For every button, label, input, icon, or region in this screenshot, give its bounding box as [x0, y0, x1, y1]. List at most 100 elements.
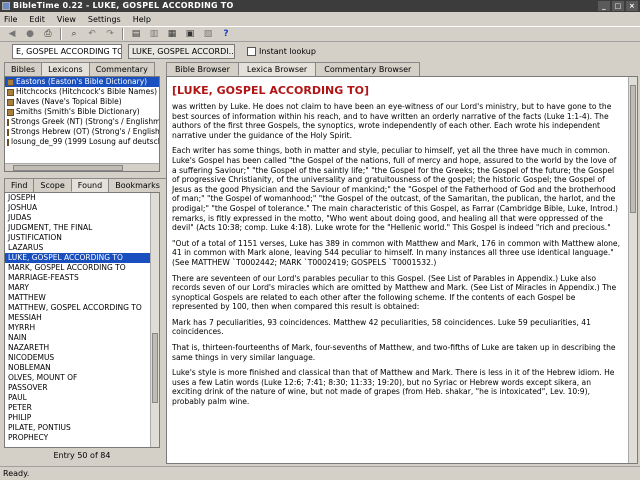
tab-find[interactable]: Find	[4, 178, 35, 192]
module-label: Strongs Hebrew (OT) (Strong's / Englishm	[11, 127, 160, 136]
back-icon[interactable]: ◀	[6, 28, 18, 40]
module-item[interactable]: Strongs Hebrew (OT) (Strong's / Englishm	[5, 127, 159, 137]
instant-lookup-toggle[interactable]: Instant lookup	[247, 46, 316, 56]
toolbar-separator	[60, 28, 62, 40]
instant-lookup-checkbox[interactable]	[247, 46, 256, 56]
scroll-thumb[interactable]	[630, 85, 636, 213]
list-item[interactable]: JUDGMENT, THE FINAL	[5, 223, 159, 233]
tab-lexica-browser[interactable]: Lexica Browser	[237, 62, 317, 76]
entry-title: [LUKE, GOSPEL ACCORDING TO]	[172, 84, 369, 97]
list-item[interactable]: LUKE, GOSPEL ACCORDING TO	[5, 253, 159, 263]
book-icon	[7, 108, 14, 116]
module-item[interactable]: losung_de_99 (1999 Losung auf deutsch	[5, 137, 159, 147]
list-item[interactable]: JOSHUA	[5, 203, 159, 213]
module-item[interactable]: Eastons (Easton's Bible Dictionary)	[5, 77, 159, 87]
entry-paragraph: "Out of a total of 1151 verses, Luke has…	[172, 238, 620, 267]
list-item[interactable]: LAZARUS	[5, 243, 159, 253]
module-list-hscrollbar[interactable]	[5, 163, 159, 171]
book-icon	[7, 128, 9, 136]
list-item[interactable]: MATTHEW	[5, 293, 159, 303]
tab-commentary[interactable]: Commentary	[88, 62, 155, 76]
status-bar: Ready.	[0, 466, 640, 480]
book-icon	[7, 138, 9, 146]
list-item[interactable]: PILATE, PONTIUS	[5, 423, 159, 433]
lexicon-content: [LUKE, GOSPEL ACCORDING TO] was written …	[166, 76, 638, 464]
entry-index-list: JOSEPH JOSHUA JUDAS JUDGMENT, THE FINAL …	[4, 192, 160, 448]
scroll-thumb[interactable]	[13, 165, 123, 171]
tab-bibles[interactable]: Bibles	[4, 62, 43, 76]
tab-commentary-browser[interactable]: Commentary Browser	[315, 62, 421, 76]
nav-forward-icon[interactable]: ↷	[104, 28, 116, 40]
module-label: Strongs Greek (NT) (Strong's / Englishma	[11, 117, 160, 126]
list-item[interactable]: MESSIAH	[5, 313, 159, 323]
tab-lexicons[interactable]: Lexicons	[41, 62, 90, 76]
entry-count: Entry 50 of 84	[53, 451, 111, 460]
list-item[interactable]: MARK, GOSPEL ACCORDING TO	[5, 263, 159, 273]
search-icon[interactable]: ⌕	[68, 28, 80, 40]
module-label: Naves (Nave's Topical Bible)	[16, 97, 122, 106]
module-item[interactable]: Smiths (Smith's Bible Dictionary)	[5, 107, 159, 117]
close-button[interactable]: ×	[626, 1, 638, 11]
close-window-icon[interactable]: ▣	[184, 28, 196, 40]
nav-back-icon[interactable]: ↶	[86, 28, 98, 40]
list-item[interactable]: NAIN	[5, 333, 159, 343]
module-label: Hitchcocks (Hitchcock's Bible Names)	[16, 87, 158, 96]
maximize-button[interactable]: □	[612, 1, 624, 11]
list-item[interactable]: JUSTIFICATION	[5, 233, 159, 243]
list-item[interactable]: NAZARETH	[5, 343, 159, 353]
toolbar-separator	[122, 28, 124, 40]
scroll-thumb[interactable]	[152, 333, 158, 403]
book-icon	[7, 118, 9, 126]
tile-icon[interactable]: ▥	[148, 28, 160, 40]
list-item[interactable]: JOSEPH	[5, 193, 159, 203]
list-item[interactable]: PHILIP	[5, 413, 159, 423]
menu-file[interactable]: File	[4, 15, 17, 24]
tab-bookmarks[interactable]: Bookmarks	[108, 178, 167, 192]
module-item[interactable]: Hitchcocks (Hitchcock's Bible Names)	[5, 87, 159, 97]
list-item[interactable]: MARY	[5, 283, 159, 293]
help-icon[interactable]: ?	[220, 28, 232, 40]
module-list: Eastons (Easton's Bible Dictionary) Hitc…	[4, 76, 160, 172]
browser-tabs: Bible Browser Lexica Browser Commentary …	[166, 62, 421, 76]
list-item[interactable]: PAUL	[5, 393, 159, 403]
print-icon[interactable]: ⎙	[42, 28, 54, 40]
list-item[interactable]: MATTHEW, GOSPEL ACCORDING TO	[5, 303, 159, 313]
window-title: BibleTime 0.22 - LUKE, GOSPEL ACCORDING …	[13, 1, 234, 10]
entry-paragraph: Each writer has some things, both in mat…	[172, 146, 618, 233]
list-item[interactable]: MYRRH	[5, 323, 159, 333]
app-icon	[2, 2, 10, 10]
module-item[interactable]: Strongs Greek (NT) (Strong's / Englishma	[5, 117, 159, 127]
tab-bible-browser[interactable]: Bible Browser	[166, 62, 239, 76]
split-icon[interactable]: ▤	[130, 28, 142, 40]
list-item[interactable]: JUDAS	[5, 213, 159, 223]
list-item[interactable]: PETER	[5, 403, 159, 413]
list-item[interactable]: PROPHECY	[5, 433, 159, 443]
menu-help[interactable]: Help	[133, 15, 151, 24]
list-item[interactable]: NOBLEMAN	[5, 363, 159, 373]
menu-view[interactable]: View	[57, 15, 76, 24]
tab-scope[interactable]: Scope	[33, 178, 72, 192]
list-item[interactable]: MARRIAGE-FEASTS	[5, 273, 159, 283]
module-item[interactable]: Naves (Nave's Topical Bible)	[5, 97, 159, 107]
tab-found[interactable]: Found	[70, 178, 110, 192]
module-tabs: Bibles Lexicons Commentary	[4, 62, 155, 76]
minimize-button[interactable]: _	[598, 1, 610, 11]
index-list-vscrollbar[interactable]	[150, 193, 159, 447]
list-item[interactable]: PASSOVER	[5, 383, 159, 393]
entry-paragraph: Luke's style is more finished and classi…	[172, 368, 615, 407]
entry-paragraph: That is, thirteen-fourteenths of Mark, f…	[172, 343, 616, 362]
lookup-key-combo[interactable]: LUKE, GOSPEL ACCORDI...	[128, 43, 235, 59]
window-list-icon[interactable]: ▧	[202, 28, 214, 40]
list-item[interactable]: OLVES, MOUNT OF	[5, 373, 159, 383]
menu-edit[interactable]: Edit	[29, 15, 45, 24]
window-titlebar[interactable]: BibleTime 0.22 - LUKE, GOSPEL ACCORDING …	[0, 0, 640, 12]
list-item[interactable]: NICODEMUS	[5, 353, 159, 363]
lookup-key-input[interactable]: E, GOSPEL ACCORDING TO	[12, 43, 122, 59]
cascade-icon[interactable]: ▦	[166, 28, 178, 40]
content-vscrollbar[interactable]	[628, 77, 637, 463]
entry-paragraph: was written by Luke. He does not claim t…	[172, 102, 612, 140]
forward-icon[interactable]: ●	[24, 28, 36, 40]
menu-settings[interactable]: Settings	[88, 15, 121, 24]
entry-paragraph: There are seventeen of our Lord's parabl…	[172, 273, 617, 312]
book-icon	[7, 88, 14, 96]
